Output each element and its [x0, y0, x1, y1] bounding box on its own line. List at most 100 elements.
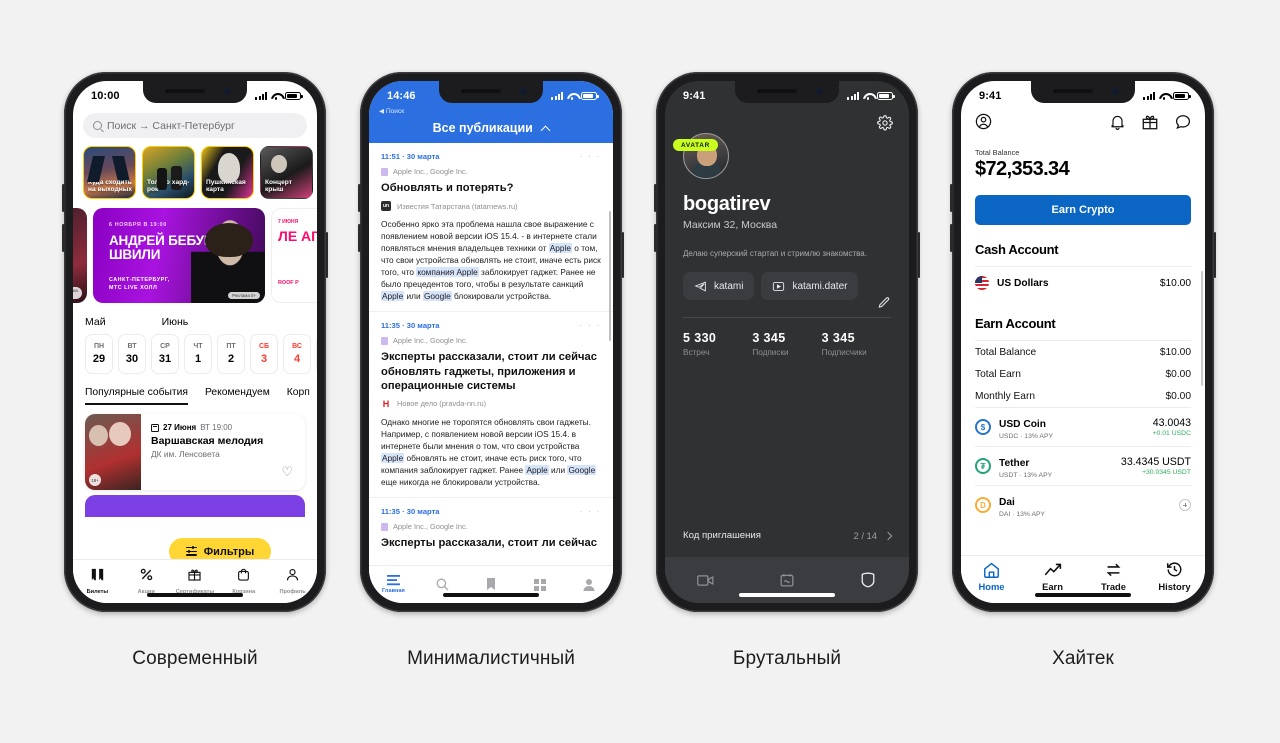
user-subtitle: Максим 32, Москва: [683, 219, 778, 231]
calendar-day[interactable]: ЧТ 1: [184, 334, 212, 374]
bell-icon[interactable]: [1110, 114, 1125, 130]
social-link-katami-dater[interactable]: katami.dater: [761, 272, 859, 301]
search-input[interactable]: Поиск → Санкт-Петербург: [83, 113, 307, 138]
article-body: Особенно ярко эта проблема нашла свое вы…: [381, 219, 601, 302]
calendar-day[interactable]: ВС 4: [283, 334, 311, 374]
content-tab[interactable]: Рекомендуем: [205, 387, 270, 405]
story-card[interactable]: Концерт крыш: [260, 146, 313, 199]
tab-home[interactable]: Home: [961, 556, 1022, 603]
heart-icon[interactable]: ♡: [281, 464, 293, 480]
gear-icon[interactable]: [877, 115, 893, 131]
event-card[interactable]: 18+ 27 Июня ВТ 19:00 Варшавская мелодия …: [85, 414, 305, 490]
chat-icon[interactable]: [1175, 114, 1191, 130]
article-tags: Apple Inc., Google Inc.: [381, 522, 601, 531]
summary-value: $0.00: [1165, 390, 1192, 402]
content-tab[interactable]: Популярные события: [85, 387, 188, 405]
notch: [735, 81, 839, 103]
calendar-day-weekday: ВТ: [127, 343, 137, 350]
content-tab[interactable]: Корп: [287, 387, 310, 405]
calendar-day[interactable]: ПН5: [316, 334, 317, 374]
social-links[interactable]: katami katami.dater: [683, 272, 891, 301]
promo-banner-prev[interactable]: Реклама 0+: [73, 208, 87, 303]
event-title: Варшавская мелодия: [151, 435, 264, 447]
calendar-day-number: 3: [260, 353, 268, 365]
bottom-tab-bar[interactable]: Главная: [369, 565, 613, 603]
article-feed[interactable]: 11:51 · 30 марта · · · Apple Inc., Google …: [369, 143, 613, 550]
wifi-icon: [567, 92, 577, 100]
calendar-day-number: 29: [92, 353, 106, 365]
header-title-dropdown[interactable]: Все публикации: [369, 111, 613, 136]
gift-icon[interactable]: [1142, 114, 1158, 130]
phone-mockup-hitech: 9:41 Total Balance $72,353.34 Earn Crypt…: [950, 72, 1216, 612]
tag-label: Apple Inc., Google Inc.: [393, 336, 468, 346]
profile-stat[interactable]: 3 345 Подписчики: [822, 331, 891, 357]
wifi-icon: [271, 92, 281, 100]
tab-search[interactable]: [418, 566, 467, 603]
tab-ticket[interactable]: Билеты: [73, 560, 122, 603]
content-tabs[interactable]: Популярные события Рекомендуем Корп: [73, 374, 317, 405]
tab-shield[interactable]: [828, 572, 909, 588]
tab-video[interactable]: [665, 574, 746, 587]
social-link-katami[interactable]: katami: [683, 272, 755, 301]
promo-banner-main[interactable]: 6 НОЯБРЯ В 19:00 АНДРЕЙ БЕБУРИ-ШВИЛИ САН…: [93, 208, 265, 303]
tab-history[interactable]: History: [1144, 556, 1205, 603]
article-item[interactable]: 11:35 · 30 марта · · · Apple Inc., Google …: [369, 312, 613, 499]
scrollbar[interactable]: [1201, 271, 1203, 386]
more-options-icon[interactable]: · · ·: [580, 506, 602, 516]
calendar-day[interactable]: ПТ 2: [217, 334, 245, 374]
more-options-icon[interactable]: · · ·: [580, 151, 602, 161]
crypto-row[interactable]: $ USD Coin USDC · 13% APY 43.0043 +0.01 USDC: [975, 407, 1191, 446]
tab-bookmarks[interactable]: [467, 566, 516, 603]
article-item[interactable]: 11:51 · 30 марта · · · Apple Inc., Google …: [369, 143, 613, 313]
article-title[interactable]: Эксперты рассказали, стоит ли сейчас обн…: [381, 350, 601, 393]
highlighted-entity: Apple: [381, 453, 405, 464]
story-card[interactable]: Только хард-рок: [142, 146, 195, 199]
tab-profile[interactable]: [564, 566, 613, 603]
earn-crypto-button[interactable]: Earn Crypto: [975, 195, 1191, 225]
tab-person[interactable]: Профиль: [268, 560, 317, 603]
earn-account-heading: Earn Account: [975, 316, 1056, 331]
story-card[interactable]: Пушкинская карта: [201, 146, 254, 199]
tab-grid[interactable]: [515, 566, 564, 603]
calendar-icon: [780, 574, 794, 587]
crypto-row[interactable]: D Dai DAI · 13% APY: [975, 485, 1191, 524]
source-name: Новое дело (pravda-nn.ru): [397, 399, 487, 409]
profile-stat[interactable]: 3 345 Подписки: [752, 331, 821, 357]
crypto-holdings-list[interactable]: $ USD Coin USDC · 13% APY 43.0043 +0.01 USDC…: [975, 407, 1191, 524]
plus-icon[interactable]: [1179, 499, 1191, 511]
calendar-day[interactable]: ВТ 30: [118, 334, 146, 374]
promo-banner-next[interactable]: 7 ИЮНЯ ЛЕ АГУ ROOF P: [271, 208, 317, 303]
tab-calendar[interactable]: [746, 573, 827, 587]
calendar-day[interactable]: ПН 29: [85, 334, 113, 374]
cash-account-row[interactable]: US Dollars $10.00: [975, 267, 1191, 299]
more-options-icon[interactable]: · · ·: [580, 320, 602, 330]
calendar-day[interactable]: СР 31: [151, 334, 179, 374]
article-item[interactable]: 11:35 · 30 марта · · · Apple Inc., Google …: [369, 498, 613, 550]
home-indicator: [147, 593, 243, 597]
scrollbar[interactable]: [609, 211, 611, 341]
summary-value: $10.00: [1159, 346, 1191, 358]
crypto-row[interactable]: ₮ Tether USDT · 13% APY 33.4345 USDT +30.034…: [975, 446, 1191, 485]
calendar-day-strip[interactable]: ПН 29 ВТ 30 СР 31 ЧТ 1 ПТ 2 СБ 3 ВС 4 ПН5: [73, 328, 317, 374]
stories-carousel[interactable]: Куда сходить на выходных Только хард-рок…: [73, 138, 317, 199]
crypto-delta: +0.01 USDC: [1152, 430, 1191, 437]
calendar-day[interactable]: СБ 3: [250, 334, 278, 374]
article-time: 11:35 · 30 марта: [381, 506, 440, 516]
event-card-next[interactable]: [85, 495, 305, 517]
profile-stat[interactable]: 5 330 Встреч: [683, 331, 752, 357]
crypto-subtitle: USDC · 13% APY: [999, 433, 1054, 440]
story-card[interactable]: Куда сходить на выходных: [83, 146, 136, 199]
phone-screen-hitech: 9:41 Total Balance $72,353.34 Earn Crypt…: [961, 81, 1205, 603]
avatar-badge: AVATAR: [673, 139, 718, 151]
app-header-icons[interactable]: [975, 111, 1191, 130]
invite-code-row[interactable]: Код приглашения 2 / 14: [683, 530, 893, 541]
tab-label: Билеты: [86, 589, 109, 595]
tab-home[interactable]: Главная: [369, 566, 418, 603]
pencil-icon[interactable]: [877, 296, 891, 310]
phone-screen-modern: 10:00 Поиск → Санкт-Петербург Куда сходи…: [73, 81, 317, 603]
account-icon[interactable]: [975, 113, 992, 130]
promo-banner-carousel[interactable]: Реклама 0+ 6 НОЯБРЯ В 19:00 АНДРЕЙ БЕБУР…: [73, 199, 317, 303]
article-title[interactable]: Обновлять и потерять?: [381, 181, 601, 195]
highlighted-entity: Apple: [548, 243, 572, 254]
article-title[interactable]: Эксперты рассказали, стоит ли сейчас: [381, 536, 601, 550]
